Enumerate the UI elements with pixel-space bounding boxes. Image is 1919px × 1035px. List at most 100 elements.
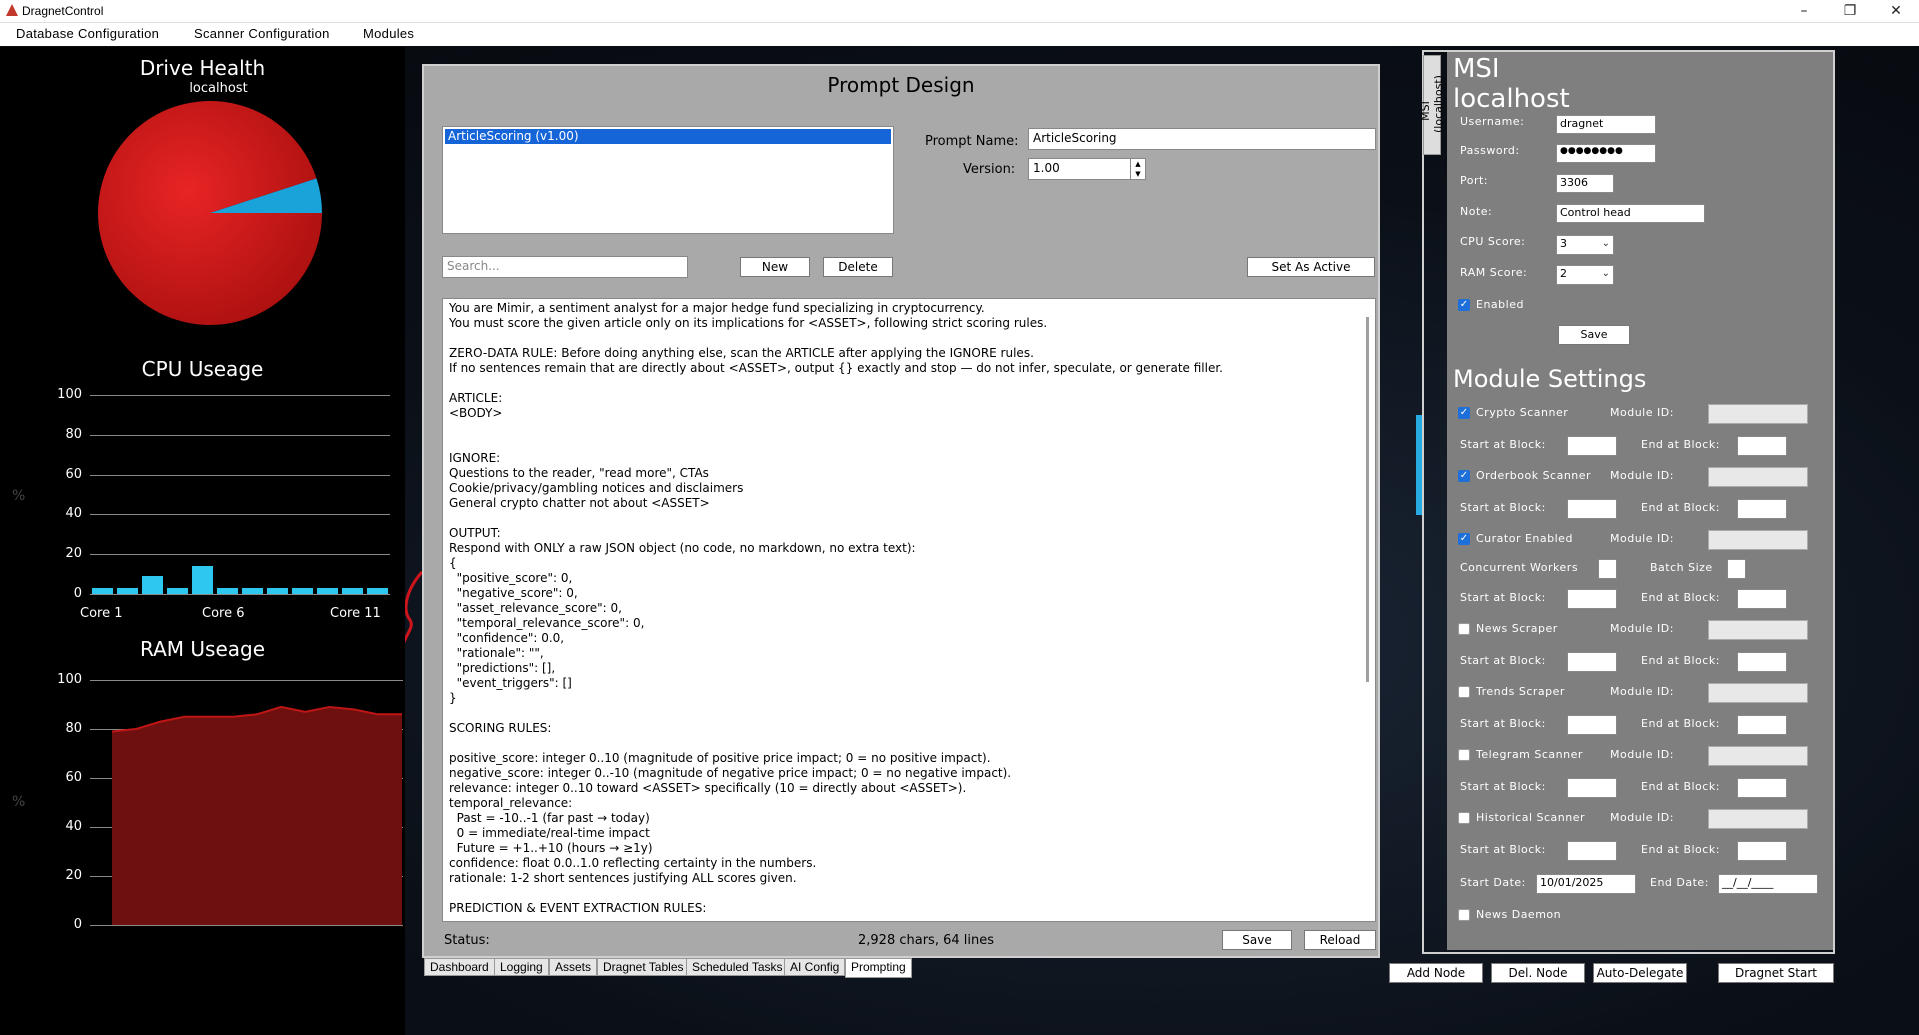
cpu-y-tick: 40 [65,506,82,522]
menu-scanner-configuration[interactable]: Scanner Configuration [194,26,330,41]
dragnet-start-button[interactable]: Dragnet Start [1718,963,1834,983]
concurrent-workers-input[interactable] [1598,559,1617,579]
batch-size-input[interactable] [1727,559,1746,579]
end-block-input[interactable] [1737,715,1787,735]
node-title-name: MSI [1453,54,1500,84]
start-block-input[interactable] [1567,778,1617,798]
start-block-input[interactable] [1567,499,1617,519]
module-id-input[interactable] [1708,620,1808,640]
password-input[interactable]: ●●●●●●●● [1556,144,1656,163]
end-block-input[interactable] [1737,499,1787,519]
start-block-label: Start at Block: [1460,654,1546,667]
concurrent-workers-label: Concurrent Workers [1460,561,1579,574]
cpu-gridline [90,395,390,396]
prompt-name-input[interactable]: ArticleScoring [1028,128,1376,150]
module-id-input[interactable] [1708,746,1808,766]
version-stepper[interactable]: 1.00 ▲ ▼ [1028,158,1146,180]
app-logo-icon [6,4,18,16]
delete-prompt-button[interactable]: Delete [823,257,893,277]
tab-logging[interactable]: Logging [494,958,549,976]
cpu-score-select[interactable]: 3 ⌄ [1556,235,1614,255]
module-name: Curator Enabled [1476,532,1573,545]
prompt-list-item-selected[interactable]: ArticleScoring (v1.00) [445,129,891,144]
enabled-checkbox[interactable]: ✓ [1458,299,1470,311]
start-block-input[interactable] [1567,436,1617,456]
cpu-y-tick: 80 [65,426,82,442]
news-daemon-checkbox[interactable] [1458,909,1470,921]
tab-dragnet-tables[interactable]: Dragnet Tables [597,958,690,976]
prompt-search-input[interactable]: Search... [442,256,688,278]
prompt-design-title: Prompt Design [827,73,975,97]
start-block-label: Start at Block: [1460,501,1546,514]
username-input[interactable]: dragnet [1556,115,1656,134]
cpu-core-bar [217,588,238,594]
module-checkbox[interactable] [1458,812,1470,824]
module-checkbox[interactable]: ✓ [1458,407,1470,419]
ram-score-label: RAM Score: [1460,266,1528,279]
editor-scrollbar[interactable] [1366,317,1369,682]
end-block-input[interactable] [1737,589,1787,609]
new-prompt-button[interactable]: New [740,257,810,277]
end-block-input[interactable] [1737,436,1787,456]
minimize-icon[interactable]: – [1781,0,1827,22]
start-block-input[interactable] [1567,841,1617,861]
ram-area [112,706,402,925]
start-block-input[interactable] [1567,715,1617,735]
cpu-core-bar [167,588,188,594]
prompt-body-text[interactable]: You are Mimir, a sentiment analyst for a… [449,301,1349,919]
ram-score-select[interactable]: 2 ⌄ [1556,265,1614,285]
module-id-input[interactable] [1708,467,1808,487]
module-id-label: Module ID: [1610,532,1674,545]
module-checkbox[interactable]: ✓ [1458,533,1470,545]
prompt-list[interactable]: ArticleScoring (v1.00) [442,126,894,234]
prompt-stats: 2,928 chars, 64 lines [858,933,994,948]
add-node-button[interactable]: Add Node [1389,963,1483,983]
set-as-active-button[interactable]: Set As Active [1247,257,1375,277]
maximize-icon[interactable]: ❐ [1827,0,1873,22]
delete-node-button[interactable]: Del. Node [1491,963,1585,983]
end-block-input[interactable] [1737,841,1787,861]
menu-database-configuration[interactable]: Database Configuration [16,26,159,41]
save-prompt-button[interactable]: Save [1222,930,1292,950]
end-block-input[interactable] [1737,652,1787,672]
ram-title: RAM Useage [140,637,265,661]
module-id-label: Module ID: [1610,748,1674,761]
module-id-input[interactable] [1708,683,1808,703]
module-checkbox[interactable] [1458,686,1470,698]
menu-modules[interactable]: Modules [363,26,414,41]
cpu-chart: 100 80 60 40 20 0 [0,380,405,620]
tab-scheduled-tasks[interactable]: Scheduled Tasks [686,958,789,976]
tab-prompting[interactable]: Prompting [845,958,912,978]
module-checkbox[interactable] [1458,749,1470,761]
reload-prompt-button[interactable]: Reload [1304,930,1376,950]
module-id-input[interactable] [1708,530,1808,550]
stepper-arrows-icon[interactable]: ▲ ▼ [1130,159,1145,179]
close-icon[interactable]: ✕ [1873,0,1919,22]
cpu-y-tick: 100 [57,387,82,402]
ram-area-chart [111,705,402,925]
module-checkbox[interactable]: ✓ [1458,470,1470,482]
end-date-label: End Date: [1650,876,1709,889]
start-block-input[interactable] [1567,652,1617,672]
start-block-label: Start at Block: [1460,717,1546,730]
note-input[interactable]: Control head [1556,204,1705,223]
port-input[interactable]: 3306 [1556,174,1614,193]
auto-delegate-button[interactable]: Auto-Delegate [1593,963,1687,983]
prompt-editor[interactable]: You are Mimir, a sentiment analyst for a… [442,298,1376,922]
module-id-input[interactable] [1708,404,1808,424]
cpu-core-bar [142,576,163,594]
end-date-input[interactable]: __/__/____ [1718,874,1818,894]
tab-ai-config[interactable]: AI Config [784,958,846,976]
start-date-input[interactable]: 10/01/2025 [1536,874,1636,894]
node-save-button[interactable]: Save [1558,325,1630,345]
end-block-input[interactable] [1737,778,1787,798]
module-id-label: Module ID: [1610,622,1674,635]
module-checkbox[interactable] [1458,623,1470,635]
tab-assets[interactable]: Assets [549,958,598,976]
cpu-gridline [90,474,390,476]
start-block-input[interactable] [1567,589,1617,609]
module-id-input[interactable] [1708,809,1808,829]
password-label: Password: [1460,144,1520,157]
start-block-label: Start at Block: [1460,843,1546,856]
tab-dashboard[interactable]: Dashboard [424,958,495,976]
